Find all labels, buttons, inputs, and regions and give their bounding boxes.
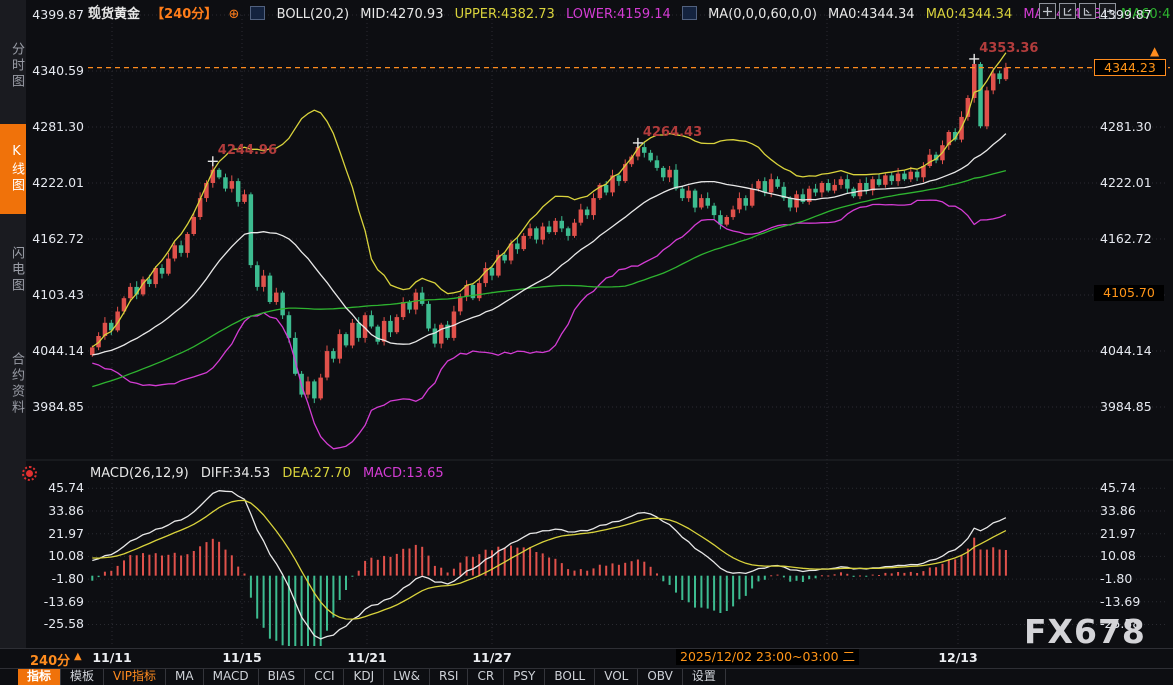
- time-axis-strip: [0, 648, 1173, 668]
- macd-axis-label: 45.74: [1100, 480, 1154, 495]
- tab-vip-indicators[interactable]: VIP指标: [104, 669, 166, 685]
- tab-macd[interactable]: MACD: [204, 669, 259, 685]
- price-axis-label: 4103.43: [30, 287, 84, 302]
- sidebar-item-contract-info[interactable]: 合约资料: [0, 328, 26, 440]
- ma-label: MA(0,0,0,60,0,0): [708, 7, 817, 22]
- date-tick: 11/11: [89, 650, 135, 665]
- price-axis-label: 4162.72: [1100, 231, 1154, 246]
- macd-axis-label: -25.58: [30, 616, 84, 631]
- price-chart-canvas[interactable]: [0, 0, 1173, 685]
- tab-templates[interactable]: 模板: [61, 669, 104, 685]
- macd-axis-label: -1.80: [30, 571, 84, 586]
- indicator-chart-icon[interactable]: [250, 6, 265, 20]
- price-axis-label: 3984.85: [30, 399, 84, 414]
- tab-indicators[interactable]: 指标: [18, 669, 61, 685]
- period-badge[interactable]: 【240分】: [151, 7, 217, 22]
- macd-axis-label: 10.08: [1100, 548, 1154, 563]
- tab-ma[interactable]: MA: [166, 669, 204, 685]
- date-tick: 11/15: [219, 650, 265, 665]
- sidebar-item-timeline-chart[interactable]: 分时图: [0, 24, 26, 108]
- price-axis-label: 4044.14: [1100, 343, 1154, 358]
- date-tick: 12/13: [935, 650, 981, 665]
- indicator-chart-icon[interactable]: [682, 6, 697, 20]
- price-axis-label: 4222.01: [30, 175, 84, 190]
- current-price-badge: 4344.23: [1094, 59, 1166, 76]
- swing-high-annotation: 4244.96: [218, 143, 277, 158]
- tab-vol[interactable]: VOL: [595, 669, 638, 685]
- price-axis-label: 4222.01: [1100, 175, 1154, 190]
- tab-cr[interactable]: CR: [468, 669, 504, 685]
- price-axis-label: 3984.85: [1100, 399, 1154, 414]
- macd-axis-label: -13.69: [30, 594, 84, 609]
- macd-value: MACD:13.65: [363, 466, 444, 481]
- price-axis-label: 4281.30: [1100, 119, 1154, 134]
- tab-obv[interactable]: OBV: [638, 669, 683, 685]
- indicator-tabbar: 指标 模板 VIP指标 MA MACD BIAS CCI KDJ LW& RSI…: [0, 668, 1173, 685]
- swing-high-annotation: 4264.43: [643, 125, 702, 140]
- fx678-watermark: FX678: [1024, 612, 1146, 651]
- macd-axis-label: -13.69: [1100, 594, 1154, 609]
- indicator-header: 现货黄金 【240分】 ⊕ BOLL(20,2) MID:4270.93 UPP…: [88, 3, 1173, 19]
- trading-app: 分时图 K线图 闪电图 合约资料 现货黄金 【240分】 ⊕ BOLL(20,2…: [0, 0, 1173, 685]
- tab-boll[interactable]: BOLL: [545, 669, 595, 685]
- price-axis-label: 4281.30: [30, 119, 84, 134]
- secondary-price-badge: 4105.70: [1094, 285, 1164, 301]
- boll-upper-value: UPPER:4382.73: [455, 7, 555, 22]
- price-axis-label: 4399.87: [1100, 7, 1154, 22]
- macd-axis-label: 45.74: [30, 480, 84, 495]
- live-indicator-icon[interactable]: [26, 470, 33, 477]
- price-axis-label: 4340.59: [30, 63, 84, 78]
- date-tick: 11/21: [344, 650, 390, 665]
- macd-axis-label: 21.97: [1100, 526, 1154, 541]
- tab-kdj[interactable]: KDJ: [344, 669, 384, 685]
- macd-dea-value: DEA:27.70: [282, 466, 351, 481]
- price-axis-label: 4399.87: [30, 7, 84, 22]
- price-axis-label: 4162.72: [30, 231, 84, 246]
- macd-axis-label: 10.08: [30, 548, 84, 563]
- ma0-value-1: MA0:4344.34: [828, 7, 915, 22]
- price-up-arrow-icon: ▲: [1150, 44, 1159, 58]
- sidebar-item-lightning-chart[interactable]: 闪电图: [0, 228, 26, 312]
- macd-axis-label: -1.80: [1100, 571, 1154, 586]
- boll-mid-value: MID:4270.93: [360, 7, 443, 22]
- tab-settings[interactable]: 设置: [683, 669, 726, 685]
- crosshair-time-tooltip: 2025/12/02 23:00~03:00 二: [676, 649, 859, 665]
- tab-cci[interactable]: CCI: [305, 669, 344, 685]
- circle-plus-icon[interactable]: ⊕: [228, 7, 239, 22]
- sidebar-item-kline-chart[interactable]: K线图: [0, 124, 26, 214]
- macd-diff-value: DIFF:34.53: [201, 466, 270, 481]
- ma0-value-2: MA0:4344.34: [926, 7, 1013, 22]
- boll-label: BOLL(20,2): [277, 7, 350, 22]
- tab-psy[interactable]: PSY: [504, 669, 545, 685]
- macd-axis-label: 33.86: [30, 503, 84, 518]
- macd-axis-label: 21.97: [30, 526, 84, 541]
- swing-high-annotation: 4353.36: [979, 41, 1038, 56]
- timeframe-label[interactable]: 240分: [30, 650, 70, 669]
- axis-zoom-in-icon[interactable]: [1059, 3, 1076, 19]
- boll-lower-value: LOWER:4159.14: [566, 7, 671, 22]
- macd-title: MACD(26,12,9): [90, 466, 189, 481]
- tab-lwr[interactable]: LW&: [384, 669, 430, 685]
- crosshair-tool-icon[interactable]: [1039, 3, 1056, 19]
- tab-rsi[interactable]: RSI: [430, 669, 469, 685]
- axis-zoom-out-icon[interactable]: [1079, 3, 1096, 19]
- date-tick: 11/27: [469, 650, 515, 665]
- timeframe-dropdown-icon[interactable]: ▲: [74, 651, 82, 662]
- price-axis-label: 4044.14: [30, 343, 84, 358]
- tab-bias[interactable]: BIAS: [259, 669, 306, 685]
- macd-header: MACD(26,12,9) DIFF:34.53 DEA:27.70 MACD:…: [90, 466, 452, 481]
- sidebar: 分时图 K线图 闪电图 合约资料: [0, 0, 26, 648]
- macd-axis-label: 33.86: [1100, 503, 1154, 518]
